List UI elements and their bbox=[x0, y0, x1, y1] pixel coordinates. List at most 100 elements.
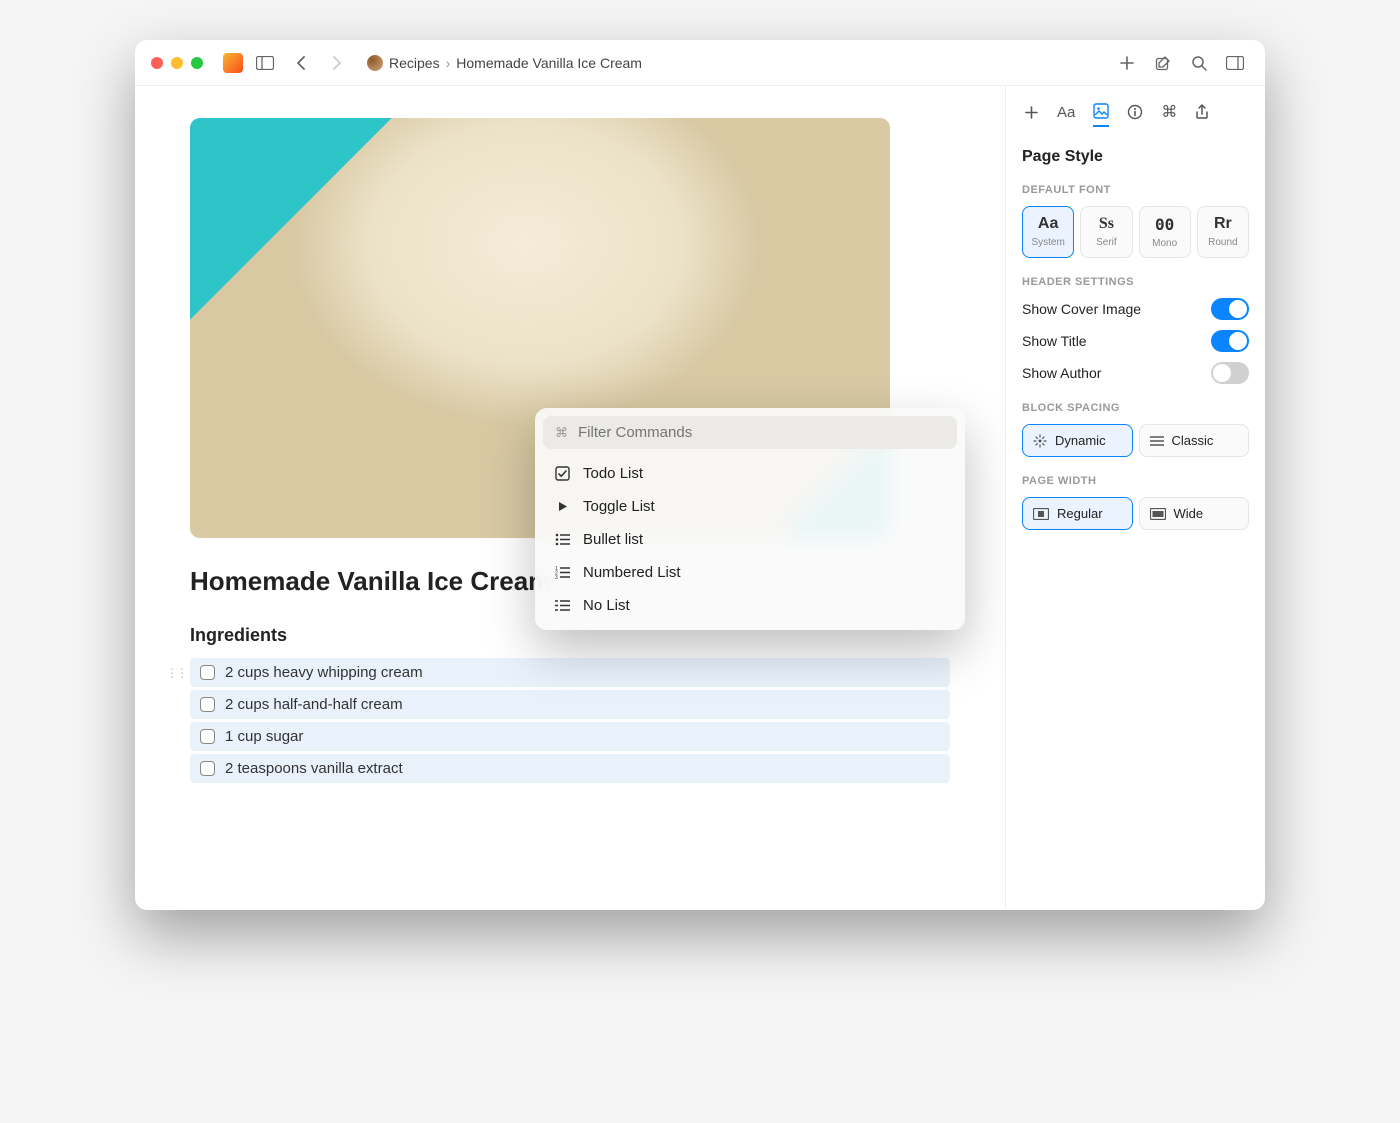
sidebar-icon bbox=[256, 56, 274, 70]
search-icon bbox=[1191, 55, 1207, 71]
setting-show-title: Show Title bbox=[1022, 330, 1249, 352]
maximize-icon[interactable] bbox=[191, 57, 203, 69]
palette-item-label: No List bbox=[583, 597, 630, 614]
width-regular-icon bbox=[1033, 508, 1049, 520]
palette-item-no-list[interactable]: No List bbox=[543, 589, 957, 622]
cookie-icon bbox=[367, 55, 383, 71]
close-icon[interactable] bbox=[151, 57, 163, 69]
image-icon bbox=[1093, 103, 1109, 119]
chevron-right-icon bbox=[332, 56, 342, 70]
tab-page-style[interactable] bbox=[1093, 103, 1109, 127]
checkbox-icon[interactable] bbox=[200, 697, 215, 712]
command-search[interactable]: ⌘ bbox=[543, 416, 957, 449]
font-chip-serif[interactable]: Ss Serif bbox=[1080, 206, 1132, 258]
todo-item[interactable]: 2 cups heavy whipping cream bbox=[190, 658, 950, 687]
spacing-classic-button[interactable]: Classic bbox=[1139, 424, 1250, 457]
font-chip-mono[interactable]: 00 Mono bbox=[1139, 206, 1191, 258]
app-window: Recipes › Homemade Vanilla Ice Cream bbox=[135, 40, 1265, 910]
palette-item-todo-list[interactable]: Todo List bbox=[543, 457, 957, 490]
setting-show-author: Show Author bbox=[1022, 362, 1249, 384]
inspector-sidebar: Aa ⌘ Page Style DEFAULT FONT Aa System bbox=[1005, 86, 1265, 910]
font-glyph: Rr bbox=[1202, 215, 1244, 233]
font-glyph: Ss bbox=[1085, 215, 1127, 233]
bullet-list-icon bbox=[553, 533, 571, 546]
command-palette: ⌘ Todo List Toggle List bbox=[535, 408, 965, 630]
minimize-icon[interactable] bbox=[171, 57, 183, 69]
command-key-icon: ⌘ bbox=[555, 425, 568, 441]
checkbox-icon[interactable] bbox=[200, 665, 215, 680]
spacing-dynamic-button[interactable]: Dynamic bbox=[1022, 424, 1133, 457]
titlebar: Recipes › Homemade Vanilla Ice Cream bbox=[135, 40, 1265, 86]
font-label: Round bbox=[1202, 237, 1244, 248]
no-list-icon bbox=[553, 599, 571, 612]
todo-item[interactable]: 2 teaspoons vanilla extract bbox=[190, 754, 950, 783]
tab-shortcuts[interactable]: ⌘ bbox=[1161, 102, 1177, 128]
label-default-font: DEFAULT FONT bbox=[1022, 184, 1249, 196]
todo-text[interactable]: 2 teaspoons vanilla extract bbox=[225, 760, 403, 777]
seg-label: Wide bbox=[1174, 506, 1204, 521]
tab-info[interactable] bbox=[1127, 104, 1143, 126]
todo-text[interactable]: 2 cups half-and-half cream bbox=[225, 696, 403, 713]
nav-forward-button[interactable] bbox=[323, 49, 351, 77]
editor-content: Homemade Vanilla Ice Cream Ingredients 2… bbox=[135, 86, 1005, 910]
plus-icon bbox=[1119, 55, 1135, 71]
setting-label: Show Author bbox=[1022, 365, 1101, 381]
checkbox-icon[interactable] bbox=[200, 761, 215, 776]
checkbox-icon[interactable] bbox=[200, 729, 215, 744]
toggle-show-title[interactable] bbox=[1211, 330, 1249, 352]
share-icon bbox=[1195, 104, 1209, 120]
palette-item-numbered-list[interactable]: 123 Numbered List bbox=[543, 556, 957, 589]
app-icon bbox=[223, 53, 243, 73]
width-wide-button[interactable]: Wide bbox=[1139, 497, 1250, 530]
inspector-tabs: Aa ⌘ bbox=[1022, 102, 1249, 128]
search-button[interactable] bbox=[1185, 49, 1213, 77]
palette-item-label: Todo List bbox=[583, 465, 643, 482]
breadcrumb-parent[interactable]: Recipes bbox=[389, 55, 440, 71]
compose-icon bbox=[1155, 55, 1171, 71]
todo-item[interactable]: 1 cup sugar bbox=[190, 722, 950, 751]
todo-item[interactable]: 2 cups half-and-half cream bbox=[190, 690, 950, 719]
palette-item-toggle-list[interactable]: Toggle List bbox=[543, 490, 957, 523]
inspector-title: Page Style bbox=[1022, 148, 1249, 166]
toggle-show-author[interactable] bbox=[1211, 362, 1249, 384]
tab-typography[interactable]: Aa bbox=[1057, 104, 1075, 127]
info-icon bbox=[1127, 104, 1143, 120]
panel-right-icon bbox=[1226, 56, 1244, 70]
font-glyph: Aa bbox=[1027, 215, 1069, 233]
width-wide-icon bbox=[1150, 508, 1166, 520]
palette-item-bullet-list[interactable]: Bullet list bbox=[543, 523, 957, 556]
palette-item-label: Toggle List bbox=[583, 498, 655, 515]
toggle-triangle-icon bbox=[553, 500, 571, 513]
nav-back-button[interactable] bbox=[287, 49, 315, 77]
compose-button[interactable] bbox=[1149, 49, 1177, 77]
svg-text:3: 3 bbox=[555, 575, 558, 579]
todo-text[interactable]: 2 cups heavy whipping cream bbox=[225, 664, 423, 681]
chevron-left-icon bbox=[296, 56, 306, 70]
window-controls bbox=[151, 57, 203, 69]
width-regular-button[interactable]: Regular bbox=[1022, 497, 1133, 530]
todo-text[interactable]: 1 cup sugar bbox=[225, 728, 303, 745]
numbered-list-icon: 123 bbox=[553, 566, 571, 579]
toggle-inspector-button[interactable] bbox=[1221, 49, 1249, 77]
label-block-spacing: BLOCK SPACING bbox=[1022, 402, 1249, 414]
new-page-button[interactable] bbox=[1113, 49, 1141, 77]
tab-add[interactable] bbox=[1024, 105, 1039, 126]
label-page-width: PAGE WIDTH bbox=[1022, 475, 1249, 487]
font-label: System bbox=[1027, 237, 1069, 248]
block-spacing-selector: Dynamic Classic bbox=[1022, 424, 1249, 457]
palette-item-label: Bullet list bbox=[583, 531, 643, 548]
tab-share[interactable] bbox=[1195, 104, 1209, 126]
breadcrumb-separator-icon: › bbox=[446, 55, 451, 71]
command-search-input[interactable] bbox=[578, 424, 945, 441]
plus-icon bbox=[1024, 105, 1039, 120]
toggle-sidebar-button[interactable] bbox=[251, 49, 279, 77]
seg-label: Regular bbox=[1057, 506, 1103, 521]
breadcrumb-current[interactable]: Homemade Vanilla Ice Cream bbox=[456, 55, 642, 71]
toggle-show-cover-image[interactable] bbox=[1211, 298, 1249, 320]
font-chip-system[interactable]: Aa System bbox=[1022, 206, 1074, 258]
font-chip-round[interactable]: Rr Round bbox=[1197, 206, 1249, 258]
font-selector: Aa System Ss Serif 00 Mono Rr Round bbox=[1022, 206, 1249, 258]
setting-label: Show Title bbox=[1022, 333, 1087, 349]
setting-show-cover-image: Show Cover Image bbox=[1022, 298, 1249, 320]
page-width-selector: Regular Wide bbox=[1022, 497, 1249, 530]
